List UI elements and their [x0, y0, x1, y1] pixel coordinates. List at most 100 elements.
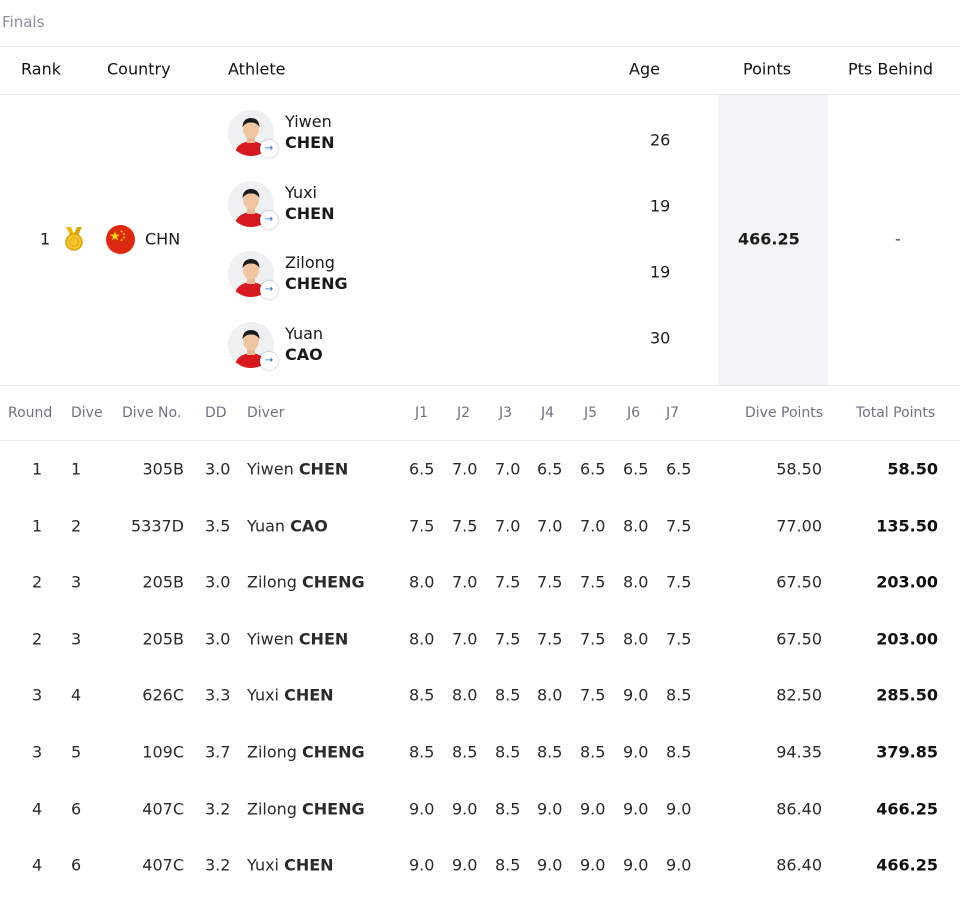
- total-points: 466.25: [876, 799, 938, 819]
- header-j2[interactable]: J2: [457, 405, 470, 421]
- header-j3[interactable]: J3: [499, 405, 512, 421]
- total-points: 203.00: [876, 572, 938, 592]
- judge-score-j7: 7.5: [666, 572, 692, 592]
- profile-arrow-icon[interactable]: →: [260, 211, 278, 229]
- header-j4[interactable]: J4: [541, 405, 554, 421]
- dive-difficulty: 3.3: [205, 685, 231, 705]
- header-age[interactable]: Age: [629, 60, 660, 79]
- judge-score-j4: 8.5: [537, 742, 563, 762]
- athlete-first-name[interactable]: Yiwen: [285, 112, 332, 131]
- header-round[interactable]: Round: [8, 405, 52, 421]
- dive-row: 1 1 305B 3.0 Yiwen CHEN 6.5 7.0 7.0 6.5 6.5 6.5 6.5…: [0, 441, 960, 497]
- dive-points: 86.40: [776, 855, 822, 875]
- judge-score-j1: 8.5: [409, 742, 435, 762]
- judge-score-j3: 7.5: [495, 572, 521, 592]
- dive-number: 2: [71, 516, 82, 536]
- judge-score-j1: 6.5: [409, 459, 435, 479]
- dive-round: 4: [32, 799, 43, 819]
- dive-round: 2: [32, 572, 43, 592]
- dive-row: 2 3 205B 3.0 Zilong CHENG 8.0 7.0 7.5 7.5 7.5 8.0 7…: [0, 554, 960, 610]
- diver-last-name: CHENG: [302, 572, 365, 592]
- dive-number: 1: [71, 459, 82, 479]
- header-dive-no[interactable]: Dive No.: [122, 405, 181, 421]
- header-rank[interactable]: Rank: [21, 60, 61, 79]
- judge-score-j7: 8.5: [666, 742, 692, 762]
- header-dd[interactable]: DD: [205, 405, 227, 421]
- dive-code: 407C: [142, 855, 184, 875]
- header-j6[interactable]: J6: [627, 405, 640, 421]
- judge-score-j1: 8.5: [409, 685, 435, 705]
- header-points[interactable]: Points: [743, 60, 791, 79]
- dive-difficulty: 3.2: [205, 799, 231, 819]
- judge-score-j5: 7.0: [580, 516, 606, 536]
- stage-label: Finals: [2, 13, 45, 31]
- judge-score-j4: 7.5: [537, 572, 563, 592]
- judge-score-j5: 7.5: [580, 572, 606, 592]
- diver-first-name: Yiwen: [247, 459, 294, 479]
- judge-score-j5: 7.5: [580, 629, 606, 649]
- diver-first-name: Zilong: [247, 572, 297, 592]
- athlete-first-name[interactable]: Yuxi: [285, 183, 317, 202]
- athlete-last-name[interactable]: CAO: [285, 345, 323, 364]
- judge-score-j3: 8.5: [495, 855, 521, 875]
- diver-first-name: Zilong: [247, 799, 297, 819]
- dive-row: 2 3 205B 3.0 Yiwen CHEN 8.0 7.0 7.5 7.5 7.5 8.0 7.5…: [0, 611, 960, 667]
- dive-round: 2: [32, 629, 43, 649]
- rank-value: 1: [40, 229, 51, 249]
- china-flag-icon: [106, 225, 135, 258]
- athlete-last-name[interactable]: CHEN: [285, 133, 334, 152]
- judge-score-j5: 6.5: [580, 459, 606, 479]
- header-dive[interactable]: Dive: [71, 405, 103, 421]
- header-pts-behind[interactable]: Pts Behind: [848, 60, 933, 79]
- dive-row: 3 4 626C 3.3 Yuxi CHEN 8.5 8.0 8.5 8.0 7.5 9.0 8.5 8…: [0, 667, 960, 723]
- athlete-avatar[interactable]: →: [228, 110, 278, 158]
- athlete-last-name[interactable]: CHEN: [285, 204, 334, 223]
- profile-arrow-icon[interactable]: →: [260, 281, 278, 299]
- athlete-first-name[interactable]: Yuan: [285, 324, 323, 343]
- athlete-first-name[interactable]: Zilong: [285, 253, 335, 272]
- diver-name: Zilong CHENG: [247, 743, 365, 762]
- dive-code: 205B: [142, 629, 184, 649]
- dive-number: 6: [71, 799, 82, 819]
- header-athlete[interactable]: Athlete: [228, 60, 285, 79]
- header-j1[interactable]: J1: [415, 405, 428, 421]
- judge-score-j6: 9.0: [623, 685, 649, 705]
- diver-last-name: CAO: [290, 516, 328, 536]
- header-dive-points[interactable]: Dive Points: [745, 405, 823, 421]
- diver-name: Zilong CHENG: [247, 799, 365, 818]
- judge-score-j1: 9.0: [409, 799, 435, 819]
- total-points: 203.00: [876, 629, 938, 649]
- dive-points: 67.50: [776, 629, 822, 649]
- dive-points: 77.00: [776, 516, 822, 536]
- dive-difficulty: 3.0: [205, 572, 231, 592]
- diver-name: Yuxi CHEN: [247, 856, 334, 875]
- diver-first-name: Yuxi: [247, 855, 279, 875]
- header-total-points[interactable]: Total Points: [856, 405, 935, 421]
- dive-number: 5: [71, 742, 82, 762]
- header-diver[interactable]: Diver: [247, 405, 284, 421]
- judge-score-j7: 8.5: [666, 685, 692, 705]
- profile-arrow-icon[interactable]: →: [260, 140, 278, 158]
- header-j5[interactable]: J5: [584, 405, 597, 421]
- country-code: CHN: [145, 229, 181, 249]
- athlete-last-name[interactable]: CHENG: [285, 274, 348, 293]
- total-points: 466.25: [876, 855, 938, 875]
- dive-code: 5337D: [130, 516, 184, 536]
- judge-score-j7: 7.5: [666, 516, 692, 536]
- dive-points: 82.50: [776, 685, 822, 705]
- header-country[interactable]: Country: [107, 60, 171, 79]
- dive-code: 205B: [142, 572, 184, 592]
- dive-row: 4 6 407C 3.2 Zilong CHENG 9.0 9.0 8.5 9.0 9.0 9.0 9…: [0, 781, 960, 837]
- profile-arrow-icon[interactable]: →: [260, 352, 278, 370]
- judge-score-j6: 8.0: [623, 629, 649, 649]
- athlete-avatar[interactable]: →: [228, 322, 278, 370]
- judge-score-j7: 6.5: [666, 459, 692, 479]
- dive-points: 94.35: [776, 742, 822, 762]
- diver-first-name: Yuxi: [247, 685, 279, 705]
- athlete-avatar[interactable]: →: [228, 181, 278, 229]
- diver-last-name: CHEN: [298, 459, 349, 479]
- header-j7[interactable]: J7: [666, 405, 679, 421]
- dive-row: 4 6 407C 3.2 Yuxi CHEN 9.0 9.0 8.5 9.0 9.0 9.0 9.0 8…: [0, 837, 960, 893]
- athlete-avatar[interactable]: →: [228, 251, 278, 299]
- judge-score-j5: 9.0: [580, 799, 606, 819]
